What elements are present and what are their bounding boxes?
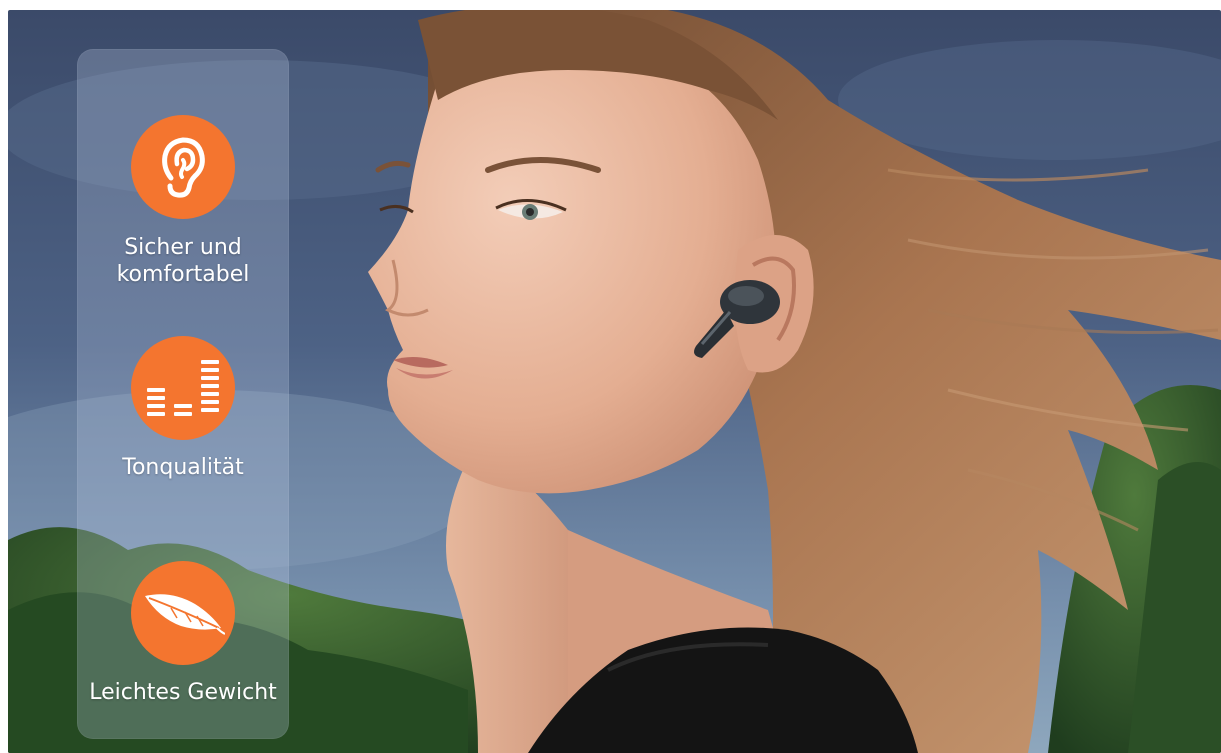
feature-label: Leichtes Gewicht <box>89 680 277 705</box>
feature-panel: Sicher und komfortabel Tonqualität Leich… <box>77 49 289 739</box>
equalizer-icon <box>131 336 235 440</box>
feature-label: Sicher und komfortabel <box>116 235 250 287</box>
product-hero-image: Sicher und komfortabel Tonqualität Leich… <box>8 10 1221 753</box>
feature-label: Tonqualität <box>122 455 244 480</box>
feather-icon <box>131 561 235 665</box>
ear-icon <box>131 115 235 219</box>
